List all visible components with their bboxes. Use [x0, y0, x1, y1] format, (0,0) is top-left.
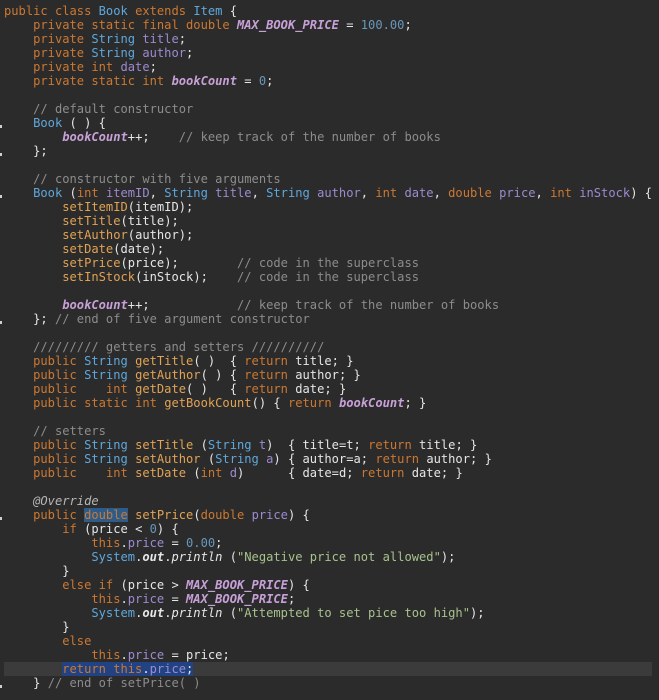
code-line[interactable]: return this.price;: [4, 662, 653, 676]
code-line[interactable]: ​: [4, 410, 652, 424]
code-line[interactable]: ​: [4, 326, 652, 340]
code-line[interactable]: if (price < 0) {: [4, 522, 652, 536]
code-line[interactable]: ///////// getters and setters //////////: [4, 340, 652, 354]
code-line[interactable]: public int getDate( ) { return date; }: [4, 382, 652, 396]
code-line[interactable]: bookCount++; // keep track of the number…: [4, 298, 652, 312]
code-line[interactable]: private String title;: [4, 32, 652, 46]
code-line[interactable]: setItemID(itemID);: [4, 200, 652, 214]
code-line[interactable]: this.price = MAX_BOOK_PRICE;: [4, 592, 652, 606]
code-line[interactable]: System.out.println ("Attempted to set pi…: [4, 606, 652, 620]
code-line[interactable]: private static final double MAX_BOOK_PRI…: [4, 18, 652, 32]
code-line[interactable]: private int date;: [4, 60, 652, 74]
code-line[interactable]: Book ( ) {: [4, 116, 652, 130]
code-line[interactable]: System.out.println ("Negative price not …: [4, 550, 652, 564]
gutter-marker: [0, 195, 2, 198]
gutter-marker: [0, 125, 2, 128]
gutter-marker: [0, 517, 2, 520]
code-line[interactable]: this.price = price;: [4, 648, 652, 662]
code-line[interactable]: // setters: [4, 424, 652, 438]
code-line[interactable]: ​: [4, 158, 652, 172]
code-line[interactable]: this.price = 0.00;: [4, 536, 652, 550]
code-line[interactable]: setDate(date);: [4, 242, 652, 256]
code-line[interactable]: public String getTitle( ) { return title…: [4, 354, 652, 368]
code-line[interactable]: ​: [4, 88, 652, 102]
code-line[interactable]: }: [4, 620, 652, 634]
code-line[interactable]: // constructor with five arguments: [4, 172, 652, 186]
code-line[interactable]: public String setTitle (String t) { titl…: [4, 438, 652, 452]
code-line[interactable]: } // end of setPrice( ): [4, 676, 652, 690]
gutter-marker: [0, 153, 2, 156]
code-line[interactable]: }; // end of five argument constructor: [4, 312, 652, 326]
code-line[interactable]: ​: [4, 284, 652, 298]
code-line[interactable]: }: [4, 564, 652, 578]
code-line[interactable]: private static int bookCount = 0;: [4, 74, 652, 88]
code-line[interactable]: public double setPrice(double price) {: [4, 508, 652, 522]
code-line[interactable]: public String setAuthor (String a) { aut…: [4, 452, 652, 466]
code-line[interactable]: setInStock(inStock); // code in the supe…: [4, 270, 652, 284]
code-line[interactable]: setAuthor(author);: [4, 228, 652, 242]
gutter-marker: [0, 321, 2, 324]
code-line[interactable]: public String getAuthor( ) { return auth…: [4, 368, 652, 382]
code-line[interactable]: else: [4, 634, 652, 648]
code-line[interactable]: bookCount++; // keep track of the number…: [4, 130, 652, 144]
code-line[interactable]: public int setDate (int d) { date=d; ret…: [4, 466, 652, 480]
code-line[interactable]: public class Book extends Item {: [4, 4, 652, 18]
code-line[interactable]: ​: [4, 480, 652, 494]
code-line[interactable]: else if (price > MAX_BOOK_PRICE) {: [4, 578, 652, 592]
code-line[interactable]: };: [4, 144, 652, 158]
gutter-marker: [0, 685, 2, 688]
code-line[interactable]: // default constructor: [4, 102, 652, 116]
code-line[interactable]: public static int getBookCount() { retur…: [4, 396, 652, 410]
code-line[interactable]: setTitle(title);: [4, 214, 652, 228]
code-editor[interactable]: public class Book extends Item { private…: [0, 0, 659, 700]
code-line[interactable]: private String author;: [4, 46, 652, 60]
code-text[interactable]: public class Book extends Item { private…: [4, 4, 653, 690]
code-line[interactable]: Book (int itemID, String title, String a…: [4, 186, 652, 200]
code-line[interactable]: @Override: [4, 494, 652, 508]
code-line[interactable]: setPrice(price); // code in the supercla…: [4, 256, 652, 270]
